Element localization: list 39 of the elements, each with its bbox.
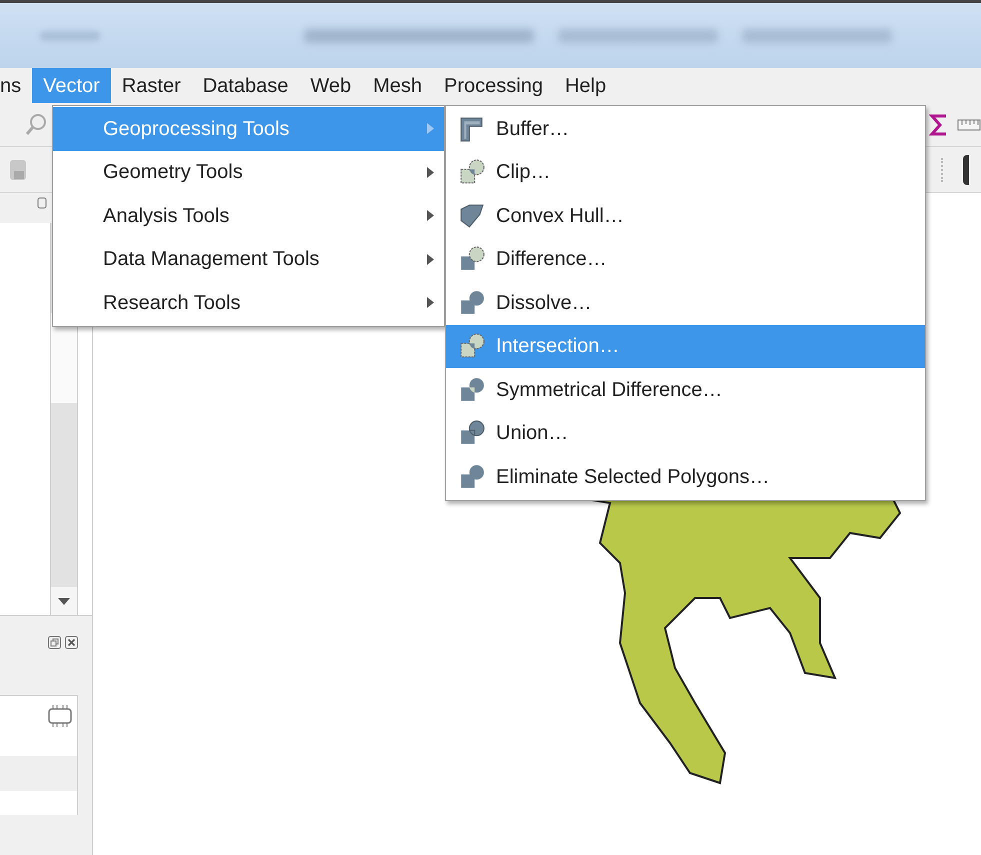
toolbar-button[interactable] xyxy=(963,154,969,184)
geoprocessing-tool-icon xyxy=(458,332,486,360)
menu-item[interactable]: Data Management Tools xyxy=(53,238,444,281)
submenu-caret-icon xyxy=(427,166,434,178)
geoprocessing-tool-icon xyxy=(458,462,486,491)
menu-item[interactable]: Clip… xyxy=(446,150,925,194)
menu-item[interactable]: Union… xyxy=(446,412,925,455)
menu-item[interactable]: Eliminate Selected Polygons… xyxy=(446,455,925,498)
menu-bar-item[interactable]: Raster xyxy=(110,68,192,103)
menu-bar-item[interactable]: Web xyxy=(299,68,362,103)
close-icon[interactable] xyxy=(65,636,78,649)
menu-bar-item[interactable]: ns xyxy=(0,68,32,103)
menu-item[interactable]: Research Tools xyxy=(53,281,444,324)
dock-float-icon[interactable] xyxy=(37,197,47,209)
menu-item[interactable]: Dissolve… xyxy=(446,281,925,324)
menu-bar-item[interactable]: Help xyxy=(554,68,618,103)
submenu-caret-icon xyxy=(427,123,434,134)
chip-icon xyxy=(47,704,73,728)
menu-bar-item[interactable]: Processing xyxy=(433,68,554,103)
menu-item[interactable]: Analysis Tools xyxy=(53,194,444,238)
geoprocessing-tool-icon xyxy=(458,376,486,404)
sigma-icon xyxy=(929,112,949,136)
geoprocessing-tool-icon xyxy=(458,288,486,317)
menu-item[interactable]: Geometry Tools xyxy=(53,150,444,194)
scroll-down-button[interactable] xyxy=(51,587,77,615)
menu-bar-item[interactable]: Database xyxy=(192,68,300,103)
zoom-icon xyxy=(24,112,48,136)
submenu-caret-icon xyxy=(427,210,434,222)
down-arrow-icon xyxy=(58,598,70,604)
menu-item[interactable]: Symmetrical Difference… xyxy=(446,368,925,412)
menu-bar-item[interactable]: Mesh xyxy=(362,68,434,103)
geoprocessing-tool-icon xyxy=(458,202,486,230)
geoprocessing-tool-icon xyxy=(458,158,486,186)
restore-icon[interactable] xyxy=(48,636,61,649)
menu-item[interactable]: Difference… xyxy=(446,238,925,281)
menu-item[interactable]: Buffer… xyxy=(446,107,925,150)
submenu-caret-icon xyxy=(427,297,434,308)
menu-item[interactable]: Convex Hull… xyxy=(446,194,925,238)
submenu-caret-icon xyxy=(427,254,434,265)
